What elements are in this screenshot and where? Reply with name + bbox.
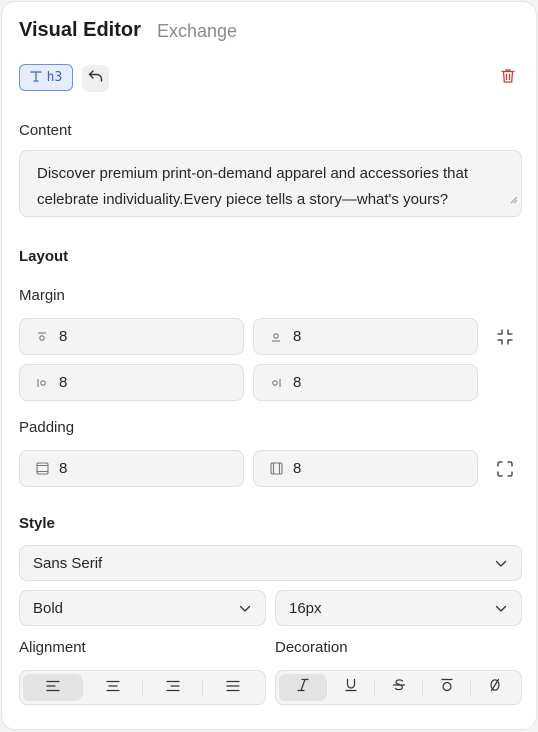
chevron-down-icon xyxy=(495,600,507,617)
underline-button[interactable] xyxy=(327,674,374,701)
padding-vertical-icon xyxy=(35,462,49,476)
underline-icon xyxy=(344,678,358,697)
heading-tag-label: h3 xyxy=(46,70,63,85)
align-right-button[interactable] xyxy=(143,674,202,701)
margin-top-field[interactable]: 8 xyxy=(19,318,244,355)
chevron-down-icon xyxy=(495,555,507,572)
font-size-value: 16px xyxy=(289,599,322,617)
italic-button[interactable] xyxy=(279,674,326,701)
visual-editor-panel: Visual Editor Exchange h3 Content Discov… xyxy=(1,1,537,730)
collapse-corners-icon[interactable] xyxy=(496,328,514,346)
expand-corners-icon[interactable] xyxy=(496,460,514,478)
align-center-icon xyxy=(105,679,120,697)
align-center-button[interactable] xyxy=(83,674,142,701)
margin-bottom-field[interactable]: 8 xyxy=(253,318,478,355)
layout-heading: Layout xyxy=(19,248,69,265)
content-label: Content xyxy=(19,122,72,139)
content-textarea[interactable]: Discover premium print-on-demand apparel… xyxy=(19,150,522,217)
align-right-icon xyxy=(165,679,180,697)
overline-icon xyxy=(440,678,454,697)
no-decoration-icon xyxy=(488,678,502,697)
margin-label: Margin xyxy=(19,287,65,304)
padding-vertical-value: 8 xyxy=(59,460,68,477)
margin-top-value: 8 xyxy=(59,328,68,345)
margin-right-icon xyxy=(269,376,283,390)
tab-exchange[interactable]: Exchange xyxy=(157,21,237,42)
delete-button[interactable] xyxy=(498,68,518,88)
style-heading: Style xyxy=(19,515,55,532)
padding-vertical-field[interactable]: 8 xyxy=(19,450,244,487)
trash-icon xyxy=(501,68,515,89)
margin-left-icon xyxy=(35,376,49,390)
undo-icon xyxy=(88,69,104,88)
margin-bottom-icon xyxy=(269,330,283,344)
resize-handle-icon[interactable] xyxy=(509,187,518,213)
alignment-segmented-control xyxy=(19,670,266,705)
font-weight-select[interactable]: Bold xyxy=(19,590,266,626)
overline-button[interactable] xyxy=(423,674,470,701)
alignment-label: Alignment xyxy=(19,639,86,656)
align-left-button[interactable] xyxy=(23,674,82,701)
chevron-down-icon xyxy=(239,600,251,617)
font-family-value: Sans Serif xyxy=(33,554,103,572)
font-size-select[interactable]: 16px xyxy=(275,590,522,626)
decoration-segmented-control xyxy=(275,670,522,705)
margin-right-value: 8 xyxy=(293,374,302,391)
font-family-select[interactable]: Sans Serif xyxy=(19,545,522,581)
padding-horizontal-value: 8 xyxy=(293,460,302,477)
undo-button[interactable] xyxy=(82,65,109,92)
align-justify-icon xyxy=(225,679,240,697)
heading-tag-button[interactable]: h3 xyxy=(19,64,73,91)
padding-horizontal-icon xyxy=(269,462,283,476)
padding-horizontal-field[interactable]: 8 xyxy=(253,450,478,487)
strikethrough-button[interactable] xyxy=(375,674,422,701)
margin-right-field[interactable]: 8 xyxy=(253,364,478,401)
align-left-icon xyxy=(45,679,60,697)
strikethrough-icon xyxy=(392,678,406,697)
margin-bottom-value: 8 xyxy=(293,328,302,345)
font-weight-value: Bold xyxy=(33,599,64,617)
padding-label: Padding xyxy=(19,419,75,436)
margin-left-field[interactable]: 8 xyxy=(19,364,244,401)
content-text: Discover premium print-on-demand apparel… xyxy=(37,165,469,208)
margin-left-value: 8 xyxy=(59,374,68,391)
text-type-icon xyxy=(30,70,42,86)
align-justify-button[interactable] xyxy=(203,674,262,701)
no-decoration-button[interactable] xyxy=(471,674,518,701)
margin-top-icon xyxy=(35,330,49,344)
panel-title: Visual Editor xyxy=(19,19,141,41)
italic-icon xyxy=(296,678,310,697)
decoration-label: Decoration xyxy=(275,639,348,656)
